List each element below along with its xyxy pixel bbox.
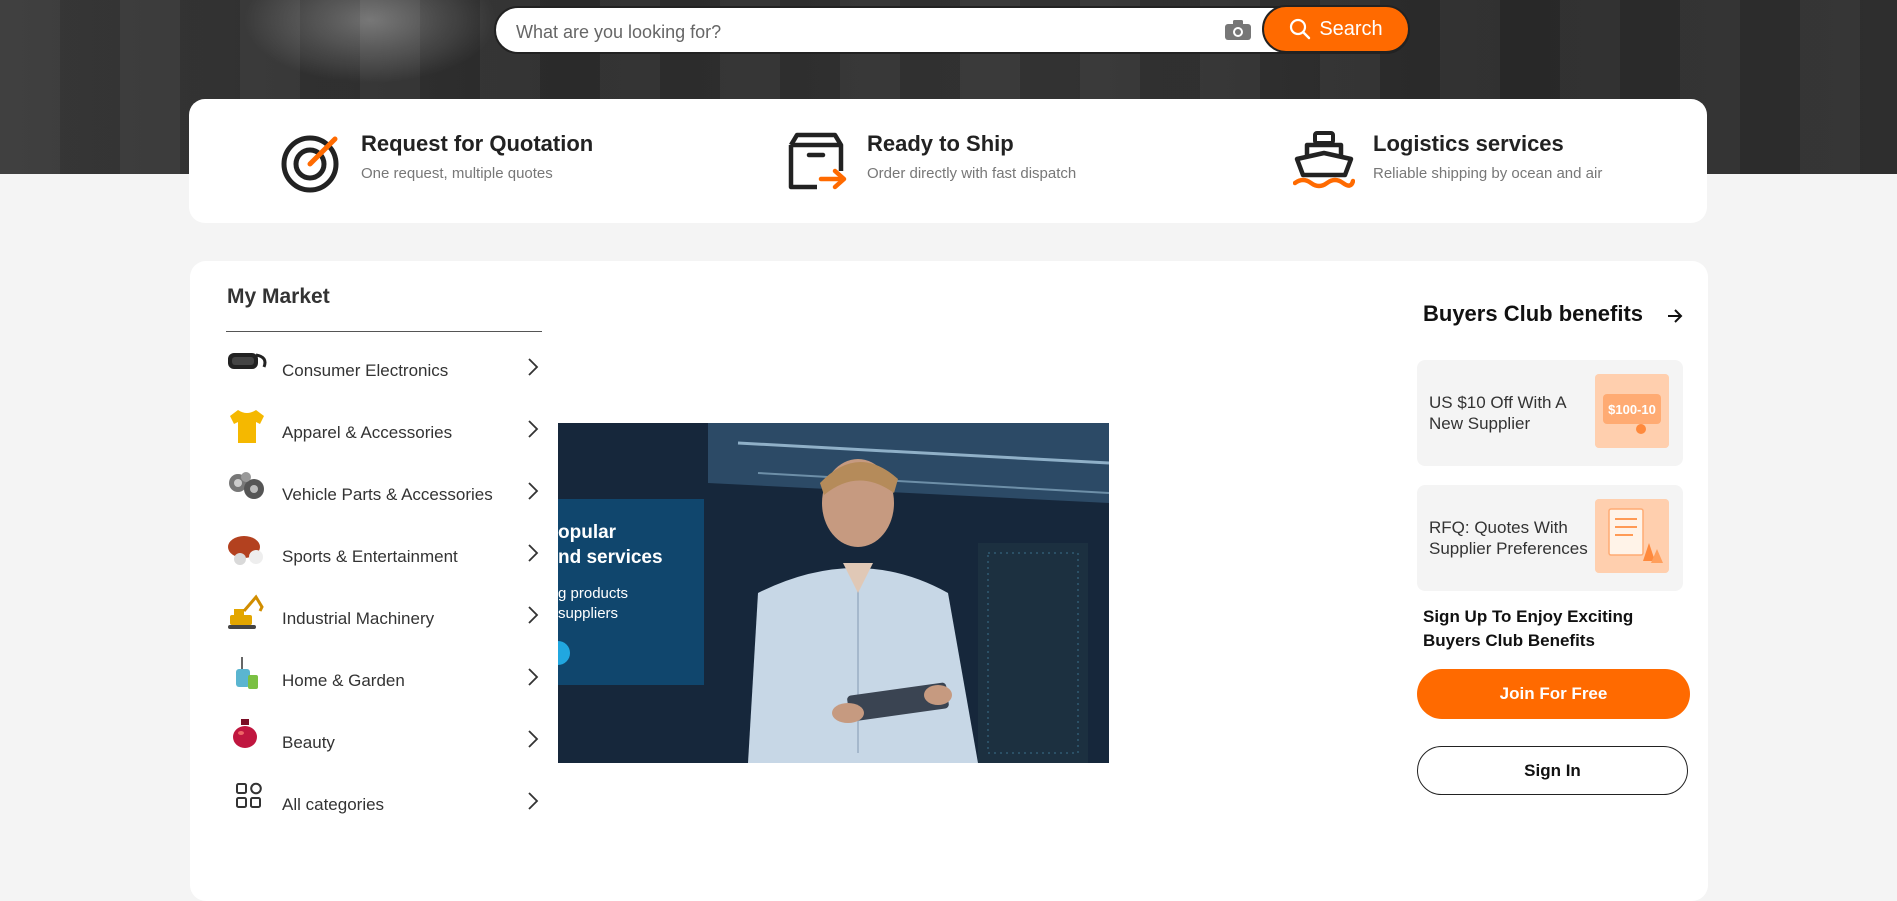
sign-in-button[interactable]: Sign In: [1417, 746, 1688, 795]
box-arrow-icon: [788, 132, 847, 190]
service-title: Request for Quotation: [361, 131, 594, 156]
chevron-right-icon: [528, 668, 539, 686]
category-all[interactable]: All categories: [226, 779, 544, 825]
promo-banner[interactable]: opular nd services g products suppliers: [558, 423, 1109, 763]
category-apparel[interactable]: Apparel & Accessories: [226, 407, 544, 453]
checklist-icon: [1595, 499, 1669, 573]
category-industrial-machinery[interactable]: Industrial Machinery: [226, 593, 544, 639]
service-title: Ready to Ship: [867, 131, 1014, 156]
market-title: My Market: [227, 285, 330, 308]
benefit-text: RFQ: Quotes With Supplier Preferences: [1429, 518, 1588, 558]
search-input[interactable]: [514, 18, 1198, 46]
engine-parts-icon: [229, 472, 264, 499]
benefit-text: US $10 Off With A New Supplier: [1429, 393, 1566, 433]
chevron-right-icon: [528, 544, 539, 562]
vr-headset-icon: [228, 353, 267, 369]
category-label: Sports & Entertainment: [282, 547, 458, 566]
chevron-right-icon: [528, 792, 539, 810]
service-logistics[interactable]: Logistics services Reliable shipping by …: [1293, 99, 1633, 223]
buyers-club-title[interactable]: Buyers Club benefits: [1423, 301, 1643, 327]
main-card: My Market Consumer Electronics Apparel &…: [190, 261, 1708, 901]
excavator-icon: [228, 594, 264, 629]
target-icon: [281, 135, 339, 193]
tshirt-icon: [230, 410, 264, 443]
join-for-free-button[interactable]: Join For Free: [1417, 669, 1690, 719]
sports-balls-icon: [228, 536, 263, 565]
garden-tools-icon: [236, 657, 258, 689]
divider: [226, 331, 542, 332]
camera-icon[interactable]: [1224, 19, 1252, 41]
category-beauty[interactable]: Beauty: [226, 717, 544, 763]
category-label: All categories: [282, 795, 385, 814]
category-label: Apparel & Accessories: [282, 423, 453, 442]
coupon-text: $100-10: [1608, 402, 1656, 417]
signup-text: Sign Up To Enjoy Exciting Buyers Club Be…: [1423, 607, 1634, 650]
category-sports[interactable]: Sports & Entertainment: [226, 531, 544, 577]
banner-headline-1: opular: [558, 522, 617, 543]
chevron-right-icon: [528, 420, 539, 438]
services-card: Request for Quotation One request, multi…: [189, 99, 1707, 223]
coupon-icon: $100-10: [1595, 374, 1669, 448]
service-title: Logistics services: [1373, 131, 1564, 156]
chevron-right-icon: [528, 730, 539, 748]
chevron-right-icon: [528, 606, 539, 624]
category-label: Vehicle Parts & Accessories: [282, 485, 493, 504]
banner-subtext-2: suppliers: [558, 605, 619, 622]
arrow-right-icon[interactable]: [1665, 306, 1685, 326]
category-consumer-electronics[interactable]: Consumer Electronics: [226, 345, 544, 391]
category-label: Home & Garden: [282, 671, 405, 690]
service-subtitle: Order directly with fast dispatch: [867, 165, 1077, 182]
search-button[interactable]: Search: [1262, 5, 1410, 53]
chevron-right-icon: [528, 358, 539, 376]
service-ready-to-ship[interactable]: Ready to Ship Order directly with fast d…: [787, 99, 1127, 223]
banner-headline-2: nd services: [558, 547, 663, 568]
benefit-rfq[interactable]: RFQ: Quotes With Supplier Preferences: [1417, 485, 1683, 591]
category-label: Beauty: [282, 733, 335, 752]
category-home-garden[interactable]: Home & Garden: [226, 655, 544, 701]
service-subtitle: One request, multiple quotes: [361, 165, 553, 182]
grid-icon: [236, 782, 262, 808]
banner-subtext-1: g products: [558, 585, 629, 602]
ship-icon: [1293, 131, 1355, 189]
chevron-right-icon: [528, 482, 539, 500]
benefit-new-supplier[interactable]: US $10 Off With A New Supplier $100-10: [1417, 360, 1683, 466]
category-vehicle-parts[interactable]: Vehicle Parts & Accessories: [226, 469, 544, 515]
search-icon: [1290, 18, 1311, 40]
search-button-label: Search: [1319, 17, 1383, 40]
service-subtitle: Reliable shipping by ocean and air: [1373, 165, 1603, 182]
category-label: Industrial Machinery: [282, 609, 435, 628]
category-label: Consumer Electronics: [282, 361, 449, 380]
perfume-icon: [233, 719, 257, 748]
service-request-quotation[interactable]: Request for Quotation One request, multi…: [281, 99, 621, 223]
